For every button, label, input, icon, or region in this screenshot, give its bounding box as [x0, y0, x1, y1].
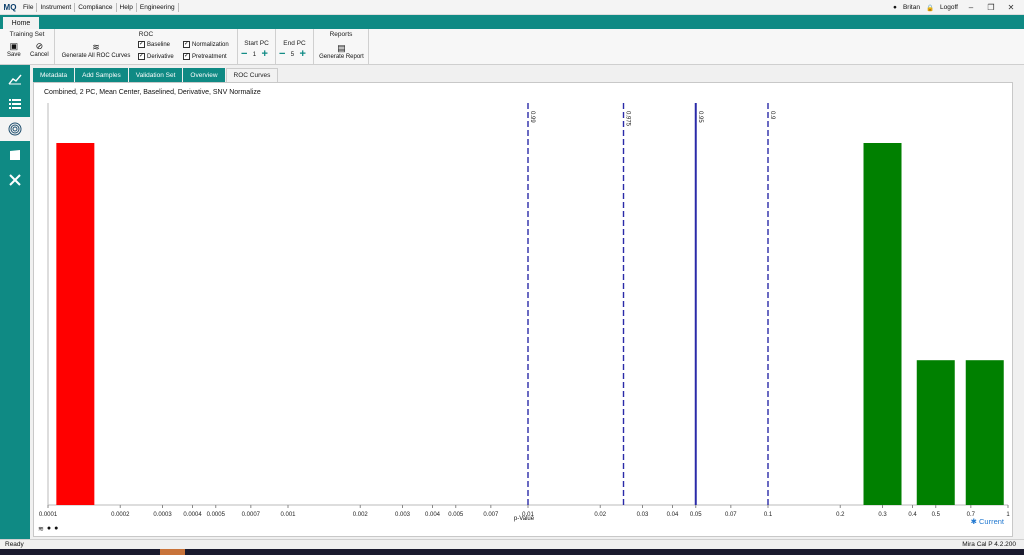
end-pc-value: 5	[290, 51, 295, 58]
sidebar-item-fingerprint[interactable]	[0, 117, 30, 141]
menu-file[interactable]: File	[20, 2, 38, 12]
derivative-checkbox[interactable]: ✓ Derivative	[138, 53, 174, 60]
start-pc-stepper[interactable]: − 1 +	[241, 49, 268, 60]
x-axis-label: p-Value	[513, 516, 535, 522]
chart-panel: Combined, 2 PC, Mean Center, Baselined, …	[33, 82, 1013, 537]
start-pc-label: Start PC	[244, 40, 269, 47]
restore-icon[interactable]: ❐	[984, 3, 998, 12]
bar-1	[863, 143, 902, 505]
sidebar	[0, 65, 30, 539]
minus-icon[interactable]: −	[241, 49, 247, 60]
sidebar-item-tools[interactable]	[0, 168, 30, 192]
fingerprint-icon	[8, 122, 22, 136]
floppy-icon: ▣	[9, 41, 19, 51]
tab-home[interactable]: Home	[3, 17, 39, 29]
end-pc-group: End PC − 5 +	[276, 29, 314, 64]
normalization-label: Normalization	[192, 41, 229, 48]
taskbar	[0, 549, 1024, 555]
end-pc-stepper[interactable]: − 5 +	[279, 49, 306, 60]
list-icon	[9, 99, 21, 109]
cancel-button[interactable]: ⊘ Cancel	[30, 41, 49, 58]
title-bar: MQ File Instrument Compliance Help Engin…	[0, 0, 1024, 15]
bar-2	[916, 360, 955, 505]
checkmark-icon: ✓	[138, 41, 145, 48]
roc-title: ROC	[138, 31, 154, 38]
chart-toolbar: ≋ ● ●	[38, 525, 58, 533]
tab-validation-set[interactable]: Validation Set	[128, 68, 183, 82]
tools-icon	[9, 174, 21, 186]
reference-line-label-2: 0.95	[697, 111, 703, 123]
menu-help[interactable]: Help	[117, 2, 137, 12]
derivative-label: Derivative	[147, 53, 174, 60]
tab-roc-curves[interactable]: ROC Curves	[225, 68, 279, 82]
end-pc-label: End PC	[283, 40, 306, 47]
status-bar: Ready Mira Cal P 4.2.200	[0, 539, 1024, 549]
bar-3	[965, 360, 1004, 505]
sidebar-item-library[interactable]	[0, 143, 30, 167]
lock-icon: 🔒	[925, 4, 935, 12]
user-name: Britan	[902, 4, 920, 11]
plus-icon[interactable]: +	[261, 49, 267, 60]
close-icon[interactable]: ✕	[1004, 3, 1018, 12]
ribbon-tabstrip: Home	[0, 15, 1024, 29]
user-icon: ●	[893, 4, 897, 11]
chart-icon[interactable]: ≋	[38, 525, 44, 533]
baseline-checkbox[interactable]: ✓ Baseline	[138, 41, 170, 48]
bar-0	[56, 143, 95, 505]
checkmark-icon: ✓	[138, 53, 145, 60]
book-icon	[10, 150, 20, 160]
minimize-icon[interactable]: –	[964, 3, 978, 12]
training-set-title: Training Set	[9, 31, 45, 38]
menu-engineering[interactable]: Engineering	[137, 2, 179, 12]
sidebar-item-charts[interactable]	[0, 67, 30, 91]
reference-line-label-0: 0.99	[529, 111, 535, 123]
tab-metadata[interactable]: Metadata	[33, 68, 75, 82]
chart-line-icon	[8, 74, 22, 85]
pretreatment-checkbox[interactable]: ✓ Pretreatment	[183, 53, 227, 60]
pretreatment-label: Pretreatment	[192, 53, 227, 60]
save-button[interactable]: ▣ Save	[7, 41, 21, 58]
ribbon: Training Set ▣ Save ⊘ Cancel ROC ≋ Gener…	[0, 29, 1024, 65]
checkmark-icon: ✓	[183, 53, 190, 60]
logoff-link[interactable]: Logoff	[940, 4, 958, 11]
start-pc-value: 1	[252, 51, 257, 58]
baseline-label: Baseline	[147, 41, 171, 48]
reference-line-label-1: 0.975	[625, 111, 631, 127]
tab-add-samples[interactable]: Add Samples	[75, 68, 128, 82]
reports-title: Reports	[329, 31, 353, 38]
roc-chart: 0.99 0.975 0.95 0.90.0001 0.0002 0.0003 0.0004…	[39, 103, 1010, 518]
generate-all-roc-button[interactable]: ≋ Generate All ROC Curves	[60, 42, 132, 59]
generate-all-label: Generate All ROC Curves	[61, 53, 131, 59]
menu-compliance[interactable]: Compliance	[75, 2, 117, 12]
legend-current[interactable]: ✱ Current	[971, 517, 1004, 526]
menu-instrument[interactable]: Instrument	[37, 2, 76, 12]
cancel-icon: ⊘	[35, 41, 44, 51]
roc-group: ROC ≋ Generate All ROC Curves ✓ Baseline…	[55, 29, 238, 64]
normalization-checkbox[interactable]: ✓ Normalization	[183, 41, 229, 48]
plus-icon[interactable]: +	[299, 49, 305, 60]
save-label: Save	[7, 52, 21, 58]
version-text: Mira Cal P 4.2.200	[962, 541, 1016, 548]
subtabs: Metadata Add Samples Validation Set Over…	[33, 68, 279, 82]
sidebar-item-list[interactable]	[0, 92, 30, 116]
reference-line-label-3: 0.9	[769, 111, 775, 120]
generate-report-button[interactable]: ▤ Generate Report	[316, 43, 367, 60]
minus-icon[interactable]: −	[279, 49, 285, 60]
checkmark-icon: ✓	[183, 41, 190, 48]
start-pc-group: Start PC − 1 +	[238, 29, 276, 64]
app-logo: MQ	[3, 2, 17, 12]
status-text: Ready	[5, 541, 24, 548]
training-set-group: Training Set ▣ Save ⊘ Cancel	[0, 29, 55, 64]
taskbar-item[interactable]	[160, 549, 185, 555]
generate-report-label: Generate Report	[319, 54, 364, 60]
info-icon[interactable]: ●	[47, 525, 51, 533]
tab-overview[interactable]: Overview	[183, 68, 225, 82]
legend-current-label: Current	[978, 517, 1004, 526]
chart-line-icon: ≋	[92, 42, 100, 52]
alert-icon[interactable]: ●	[54, 525, 58, 533]
cancel-label: Cancel	[30, 52, 49, 58]
report-icon: ▤	[337, 43, 346, 53]
reports-group: Reports ▤ Generate Report	[314, 29, 369, 64]
